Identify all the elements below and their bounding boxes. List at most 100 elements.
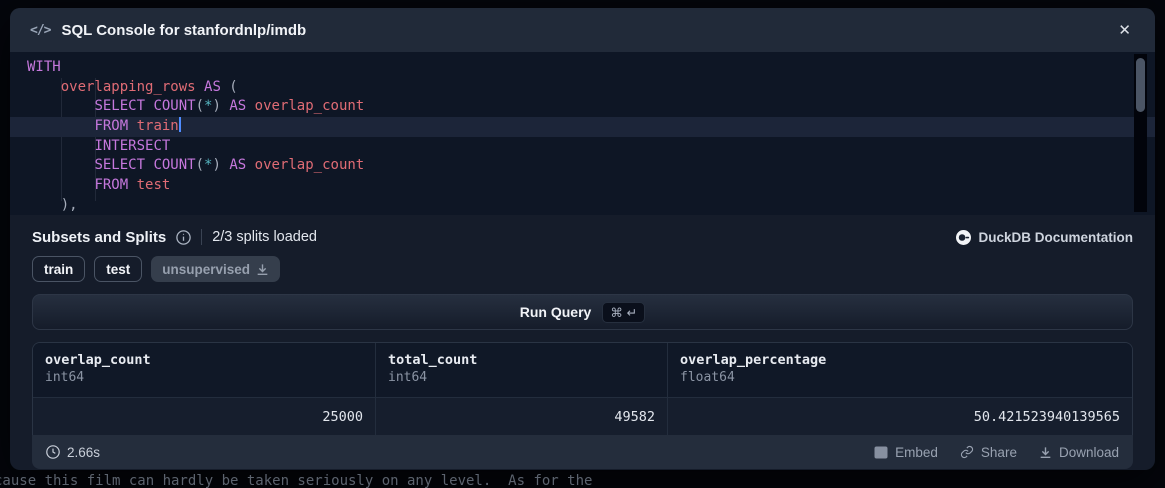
action-label: Embed	[895, 445, 938, 460]
column-name: overlap_count	[45, 352, 363, 368]
column-header-total_count: total_count int64	[376, 343, 668, 397]
duckdb-documentation-link[interactable]: DuckDB Documentation	[956, 230, 1133, 245]
column-name: total_count	[388, 352, 655, 368]
code-line[interactable]: FROM test	[10, 176, 1155, 196]
code-token: overlapping_rows	[61, 79, 196, 95]
background-page-text: cause this film can hardly be taken seri…	[0, 473, 592, 488]
modal-header: </> SQL Console for stanfordnlp/imdb ✕	[10, 8, 1155, 52]
code-token: (	[196, 157, 204, 173]
embed-icon	[874, 446, 888, 459]
splits-loaded-status: 2/3 splits loaded	[212, 229, 317, 245]
code-token: COUNT	[153, 157, 195, 173]
split-tag-label: test	[106, 262, 130, 277]
embed-button[interactable]: Embed	[874, 445, 938, 460]
column-type: int64	[45, 370, 363, 385]
result-cell: 25000	[33, 398, 376, 435]
query-duration-value: 2.66s	[67, 445, 100, 460]
editor-scrollbar-track[interactable]	[1134, 54, 1147, 212]
clock-icon	[46, 445, 60, 459]
code-token	[196, 79, 204, 95]
share-button[interactable]: Share	[960, 445, 1017, 460]
code-token: ),	[27, 197, 78, 213]
code-token	[27, 177, 94, 193]
code-token	[27, 157, 94, 173]
result-cell: 50.421523940139565	[668, 398, 1132, 435]
code-token	[246, 157, 254, 173]
split-tags-row: train test unsupervised	[10, 256, 1155, 282]
action-label: Download	[1059, 445, 1119, 460]
editor-scrollbar-thumb[interactable]	[1136, 58, 1145, 112]
code-line[interactable]: SELECT COUNT(*) AS overlap_count	[10, 156, 1155, 176]
keyboard-shortcut-badge: ⌘ ↵	[602, 302, 645, 323]
code-token	[128, 177, 136, 193]
splits-bar: Subsets and Splits 2/3 splits loaded Duc…	[10, 226, 1155, 248]
divider	[201, 229, 202, 245]
run-query-button[interactable]: Run Query ⌘ ↵	[32, 294, 1133, 330]
footer-actions: Embed Share Download	[874, 445, 1119, 460]
code-token: COUNT	[153, 98, 195, 114]
code-token: overlap_count	[255, 157, 365, 173]
code-token: WITH	[27, 59, 61, 75]
text-cursor	[179, 117, 181, 132]
modal-title: SQL Console for stanfordnlp/imdb	[61, 22, 306, 39]
code-token: AS	[204, 79, 221, 95]
split-tag-label: train	[44, 262, 73, 277]
column-name: overlap_percentage	[680, 352, 1120, 368]
results-table-header: overlap_countint64total_countint64overla…	[33, 343, 1132, 397]
code-icon: </>	[30, 23, 50, 38]
split-tag-train[interactable]: train	[32, 256, 85, 282]
code-line[interactable]: WITH	[10, 58, 1155, 78]
code-token	[246, 98, 254, 114]
results-table-row: 250004958250.421523940139565	[33, 397, 1132, 435]
code-token: )	[212, 98, 220, 114]
sql-console-modal: </> SQL Console for stanfordnlp/imdb ✕ W…	[10, 8, 1155, 470]
result-cell: 49582	[376, 398, 668, 435]
code-token: SELECT	[94, 157, 145, 173]
code-token	[27, 98, 94, 114]
run-query-label: Run Query	[520, 304, 592, 320]
action-label: Share	[981, 445, 1017, 460]
code-token	[27, 138, 94, 154]
duckdb-documentation-label: DuckDB Documentation	[978, 230, 1133, 245]
split-tag-label: unsupervised	[162, 262, 250, 277]
download-button[interactable]: Download	[1039, 445, 1119, 460]
code-token: AS	[229, 98, 246, 114]
code-line[interactable]: overlapping_rows AS (	[10, 78, 1155, 98]
code-token	[128, 118, 136, 134]
code-token: FROM	[94, 118, 128, 134]
code-token: test	[137, 177, 171, 193]
code-line[interactable]: ),	[10, 196, 1155, 215]
code-token: train	[137, 118, 179, 134]
code-token: AS	[229, 157, 246, 173]
results-table: overlap_countint64total_countint64overla…	[32, 342, 1133, 435]
link-icon	[960, 445, 974, 459]
code-token	[27, 79, 61, 95]
splits-title: Subsets and Splits	[32, 229, 166, 246]
info-circle-icon[interactable]	[176, 230, 191, 245]
code-token: INTERSECT	[94, 138, 170, 154]
duckdb-logo-icon	[956, 230, 971, 245]
column-header-overlap_percentage: overlap_percentage float64	[668, 343, 1132, 397]
query-duration: 2.66s	[46, 445, 100, 460]
column-type: int64	[388, 370, 655, 385]
split-tag-unsupervised[interactable]: unsupervised	[151, 256, 280, 282]
code-line-active[interactable]: FROM train	[10, 117, 1155, 137]
code-lines: WITH overlapping_rows AS ( SELECT COUNT(…	[10, 58, 1155, 215]
split-tag-test[interactable]: test	[94, 256, 142, 282]
close-button[interactable]: ✕	[1114, 19, 1135, 42]
column-type: float64	[680, 370, 1120, 385]
code-token: (	[221, 79, 238, 95]
download-icon	[256, 263, 269, 276]
code-token: )	[212, 157, 220, 173]
code-line[interactable]: SELECT COUNT(*) AS overlap_count	[10, 97, 1155, 117]
sql-editor[interactable]: WITH overlapping_rows AS ( SELECT COUNT(…	[10, 52, 1155, 215]
code-line[interactable]: INTERSECT	[10, 137, 1155, 157]
code-token: (	[196, 98, 204, 114]
results-footer: 2.66s Embed Share Download	[32, 435, 1133, 469]
code-token	[27, 118, 94, 134]
download-icon	[1039, 446, 1052, 459]
code-token: overlap_count	[255, 98, 365, 114]
code-token: FROM	[94, 177, 128, 193]
code-token: SELECT	[94, 98, 145, 114]
column-header-overlap_count: overlap_count int64	[33, 343, 376, 397]
